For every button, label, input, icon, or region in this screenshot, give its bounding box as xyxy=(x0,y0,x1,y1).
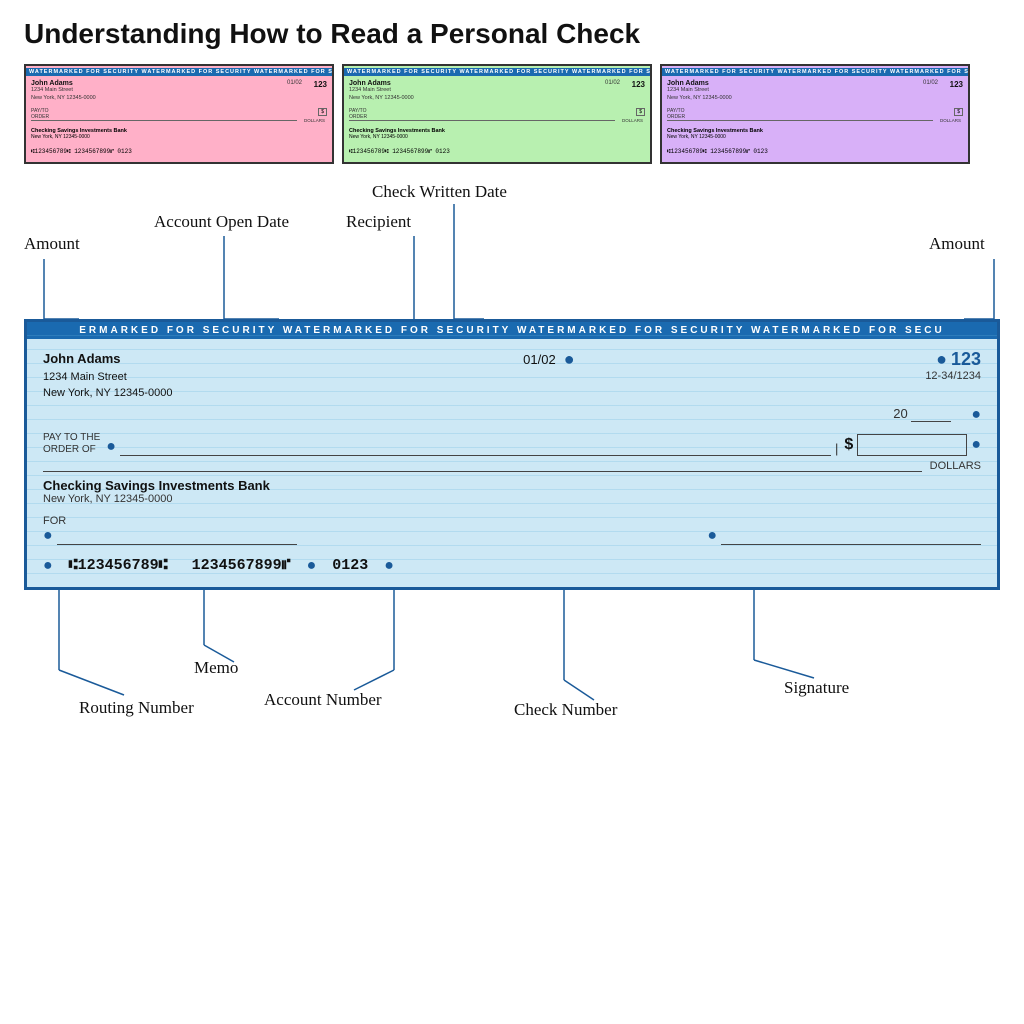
for-sig-row: FOR ● ● xyxy=(43,515,981,545)
account-number-label: Account Number xyxy=(264,690,382,710)
memo-label: Memo xyxy=(194,658,238,678)
micr-row: ● ⑆123456789⑆ 1234567899⑈ ● 0123 ● xyxy=(43,557,981,575)
check-row1: John Adams 1234 Main Street New York, NY… xyxy=(43,349,981,402)
amount-left-label: Amount xyxy=(24,234,80,254)
micr-check: 0123 xyxy=(332,557,368,574)
check-written-date-label: Check Written Date xyxy=(372,182,507,202)
bank-address: New York, NY 12345-0000 xyxy=(43,493,981,505)
bottom-annotation-svg xyxy=(24,590,1000,760)
check-date-area: 01/02 ● xyxy=(523,349,574,370)
amount-right-label: Amount xyxy=(929,234,985,254)
account-open-date-label: Account Open Date xyxy=(154,212,289,232)
check-date-value: 01/02 xyxy=(523,352,556,367)
check-number-area: ● 123 12-34/1234 xyxy=(925,349,981,382)
dollar-box xyxy=(857,434,967,456)
annotation-lines-svg xyxy=(24,174,1000,319)
check-watermark-bar: ERMARKED FOR SECURITY WATERMARKED FOR SE… xyxy=(27,322,997,339)
check-name-address: John Adams 1234 Main Street New York, NY… xyxy=(43,349,172,402)
pay-to-label: PAY TO THEORDER OF xyxy=(43,432,100,456)
check-number-label: Check Number xyxy=(514,700,617,720)
small-check-watermark-1: WATERMARKED FOR SECURITY WATERMARKED FOR… xyxy=(26,68,332,76)
bank-name: Checking Savings Investments Bank xyxy=(43,478,981,493)
payto-row: PAY TO THEORDER OF ● | $ ● xyxy=(43,432,981,456)
for-line xyxy=(57,544,297,545)
bottom-annotation-area: Routing Number Memo Account Number Check… xyxy=(24,590,1000,760)
dollar-area: $ ● xyxy=(844,434,981,456)
payto-line-area: ● | xyxy=(106,436,838,456)
for-area: FOR ● xyxy=(43,515,297,545)
bank-row: Checking Savings Investments Bank New Yo… xyxy=(43,478,981,505)
page-title: Understanding How to Read a Personal Che… xyxy=(24,18,1000,50)
routing-number-label: Routing Number xyxy=(79,698,194,718)
small-checks-row: WATERMARKED FOR SECURITY WATERMARKED FOR… xyxy=(24,64,1000,164)
sig-line-area: ● xyxy=(707,527,981,545)
main-check-wrapper: ERMARKED FOR SECURITY WATERMARKED FOR SE… xyxy=(24,319,1000,590)
date-line-row: 20 ● xyxy=(43,406,981,424)
check-inner: John Adams 1234 Main Street New York, NY… xyxy=(27,339,997,587)
routing-fraction: 12-34/1234 xyxy=(925,370,981,382)
small-check-watermark-2: WATERMARKED FOR SECURITY WATERMARKED FOR… xyxy=(344,68,650,76)
small-check-green: WATERMARKED FOR SECURITY WATERMARKED FOR… xyxy=(342,64,652,164)
year-label: 20 xyxy=(893,406,907,421)
check-name: John Adams xyxy=(43,349,172,369)
check-address1: 1234 Main Street xyxy=(43,369,172,386)
sig-area: ● xyxy=(297,527,981,545)
pay-to-line xyxy=(120,436,831,456)
micr-account: 1234567899⑈ xyxy=(192,557,291,574)
signature-label: Signature xyxy=(784,678,849,698)
small-check-purple: WATERMARKED FOR SECURITY WATERMARKED FOR… xyxy=(660,64,970,164)
dollars-label: DOLLARS xyxy=(930,460,981,472)
for-line-area: ● xyxy=(43,527,297,545)
recipient-label: Recipient xyxy=(346,212,411,232)
small-check-watermark-3: WATERMARKED FOR SECURITY WATERMARKED FOR… xyxy=(662,68,968,76)
check-number: 123 xyxy=(951,349,981,370)
small-check-pink: WATERMARKED FOR SECURITY WATERMARKED FOR… xyxy=(24,64,334,164)
top-annotation-area: Amount Account Open Date Check Written D… xyxy=(24,174,1000,319)
micr-routing: ⑆123456789⑆ xyxy=(69,557,168,574)
check-address2: New York, NY 12345-0000 xyxy=(43,385,172,402)
dollar-sign: $ xyxy=(844,436,853,454)
sig-line xyxy=(721,544,981,545)
for-label: FOR xyxy=(43,515,297,527)
main-check: ERMARKED FOR SECURITY WATERMARKED FOR SE… xyxy=(24,319,1000,590)
dollars-row: DOLLARS xyxy=(43,460,981,472)
